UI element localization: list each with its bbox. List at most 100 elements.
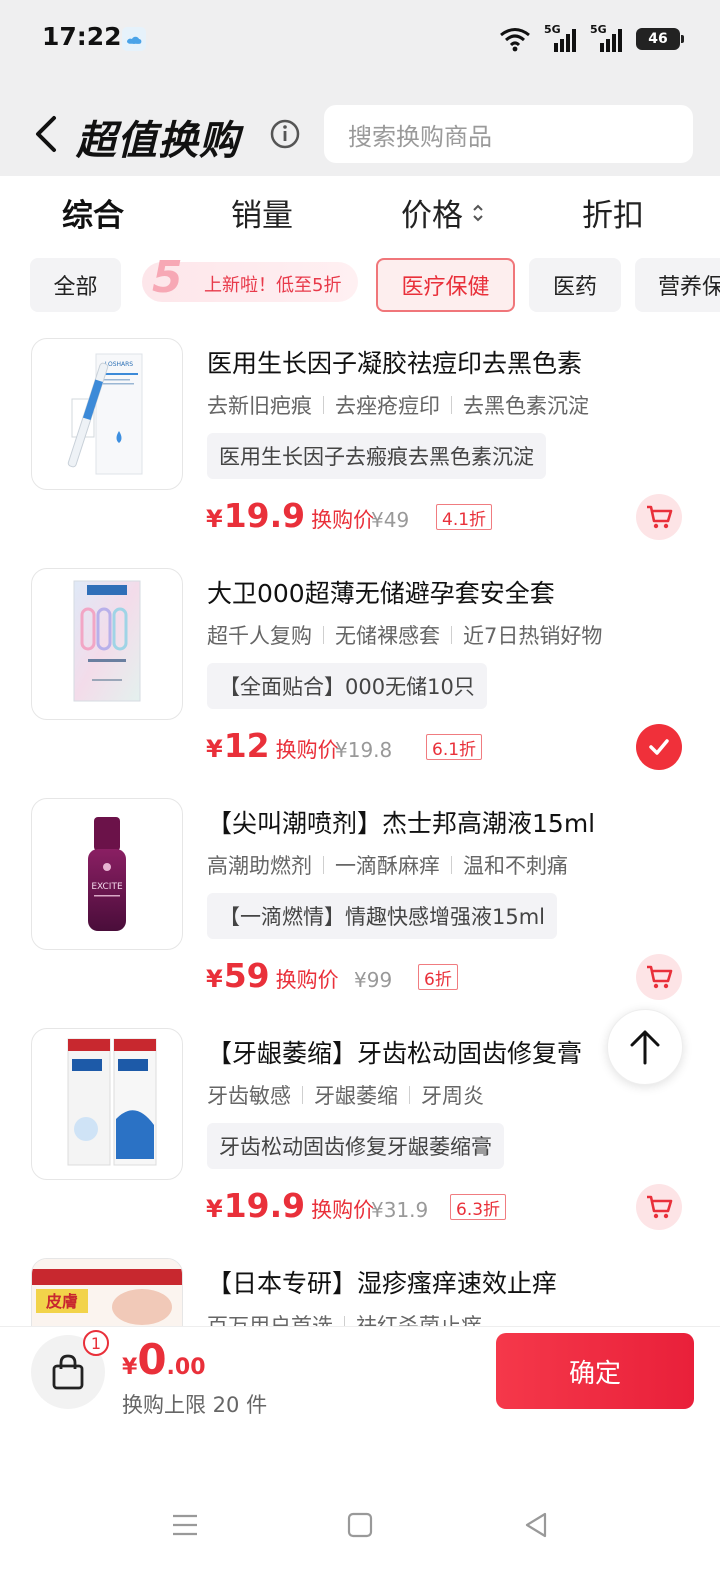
status-icons: 5G 5G 46: [498, 23, 684, 54]
cart-icon: [647, 1195, 673, 1219]
product-tag: 超千人复购: [207, 624, 312, 648]
product-item[interactable]: EXCITE 【尖叫潮喷剂】杰士邦高潮液15ml 高潮助燃剂 一滴酥麻痒 温和不…: [0, 798, 720, 1028]
app-notification-icon: [122, 27, 146, 51]
shopping-bag-icon: [52, 1354, 84, 1390]
product-price: ¥ 12 换购价: [206, 726, 339, 765]
product-3-brand: EXCITE: [91, 882, 123, 892]
signal-icon-2: 5G: [590, 23, 624, 53]
sort-tabs: 综合 销量 价格 折扣: [0, 176, 720, 248]
add-to-cart-button[interactable]: [636, 954, 682, 1000]
tab-price[interactable]: 价格: [401, 190, 485, 235]
product-tag: 去痤疮痘印: [335, 394, 440, 418]
product-tags: 百万用户首选 祛红杀菌止痒: [207, 1310, 482, 1326]
product-image[interactable]: LOSHARS: [31, 338, 183, 490]
product-tag: 去新旧疤痕: [207, 394, 312, 418]
product-title: 【日本专研】湿疹瘙痒速效止痒: [207, 1269, 558, 1298]
product-price: ¥ 59 换购价: [206, 956, 339, 995]
product-item[interactable]: 皮膚 【日本专研】湿疹瘙痒速效止痒 百万用户首选 祛红杀菌止痒: [0, 1258, 720, 1326]
selected-check-button[interactable]: [636, 724, 682, 770]
product-title: 【牙龈萎缩】牙齿松动固齿修复膏: [207, 1039, 583, 1068]
product-tag: 温和不刺痛: [463, 854, 568, 878]
product-image[interactable]: 皮膚: [31, 1258, 183, 1326]
network-type-2: 5G: [590, 23, 607, 36]
price-label: 换购价: [275, 738, 339, 762]
chevron-left-icon: [36, 116, 56, 152]
product-price: ¥ 19.9 换购价: [206, 1186, 374, 1225]
exchange-limit: 换购上限 20 件: [122, 1393, 268, 1417]
scroll-to-top-button[interactable]: [607, 1009, 683, 1085]
product-tag: 百万用户首选: [207, 1314, 333, 1326]
product-tag: 去黑色素沉淀: [463, 394, 589, 418]
discount-badge: 4.1折: [436, 504, 493, 530]
original-price: ¥31.9: [371, 1198, 429, 1222]
home-icon[interactable]: [345, 1510, 375, 1540]
product-highlight: 牙齿松动固齿修复牙龈萎缩膏: [207, 1123, 504, 1169]
category-nutrition[interactable]: 营养保: [635, 258, 720, 312]
discount-badge: 6.1折: [426, 734, 483, 760]
product-tag: 高潮助燃剂: [207, 854, 312, 878]
menu-icon[interactable]: [170, 1510, 200, 1540]
system-nav-bar: [0, 1430, 720, 1584]
signal-icon-1: 5G: [544, 23, 578, 53]
tab-sales[interactable]: 销量: [231, 190, 293, 235]
product-tag: 牙龈萎缩: [314, 1084, 398, 1108]
cart-count-badge: 1: [83, 1330, 109, 1356]
product-image[interactable]: [31, 568, 183, 720]
promo-banner[interactable]: 5 上新啦！低至5折: [142, 252, 358, 303]
currency-symbol: ¥: [206, 1195, 223, 1223]
product-tag: 无储裸感套: [335, 624, 440, 648]
product-highlight: 【全面贴合】000无储10只: [207, 663, 487, 709]
wifi-icon: [500, 28, 530, 52]
product-item[interactable]: 大卫000超薄无储避孕套安全套 超千人复购 无储裸感套 近7日热销好物 【全面贴…: [0, 568, 720, 798]
original-price: ¥19.8: [335, 738, 393, 762]
category-medicine[interactable]: 医药: [529, 258, 621, 312]
product-title: 医用生长因子凝胶祛痘印去黑色素: [207, 349, 583, 378]
product-tag: 牙周炎: [421, 1084, 484, 1108]
back-button[interactable]: [30, 112, 62, 156]
product-tag: 牙齿敏感: [207, 1084, 291, 1108]
cart-icon: [647, 965, 673, 989]
promo-badge: 5: [152, 252, 183, 303]
price-label: 换购价: [275, 968, 339, 992]
confirm-button[interactable]: 确定: [496, 1333, 694, 1409]
add-to-cart-button[interactable]: [636, 494, 682, 540]
info-icon[interactable]: [269, 118, 301, 150]
product-1-brand: LOSHARS: [105, 361, 133, 368]
product-tags: 高潮助燃剂 一滴酥麻痒 温和不刺痛: [207, 850, 568, 880]
price-value: 59: [223, 956, 270, 995]
total-price: ¥ 0 .00: [122, 1335, 206, 1384]
price-value: 19.9: [223, 1186, 306, 1225]
tab-comprehensive[interactable]: 综合: [62, 190, 124, 235]
promo-text: 上新啦！低至5折: [204, 275, 342, 296]
total-decimal: .00: [166, 1355, 206, 1380]
product-item[interactable]: LOSHARS 医用生长因子凝胶祛痘印去黑色素 去新旧疤痕 去痤疮痘印 去黑色素…: [0, 338, 720, 568]
sort-arrows-icon: [473, 204, 483, 221]
battery-level: 46: [648, 31, 668, 47]
check-icon: [649, 739, 669, 755]
back-nav-icon[interactable]: [521, 1510, 551, 1540]
tab-price-label: 价格: [401, 198, 463, 234]
product-highlight: 【一滴燃情】情趣快感增强液15ml: [207, 893, 558, 939]
price-label: 换购价: [311, 1198, 375, 1222]
currency-symbol: ¥: [206, 965, 223, 993]
add-to-cart-button[interactable]: [636, 1184, 682, 1230]
original-price: ¥49: [371, 508, 410, 532]
search-input[interactable]: 搜索换购商品: [324, 105, 693, 163]
battery-icon: 46: [636, 28, 684, 50]
total-integer: 0: [137, 1335, 167, 1384]
price-label: 换购价: [311, 508, 375, 532]
product-tag: 一滴酥麻痒: [335, 854, 440, 878]
product-image[interactable]: EXCITE: [31, 798, 183, 950]
status-bar: 17:22 5G 5G 46: [0, 0, 720, 80]
product-tags: 去新旧疤痕 去痤疮痘印 去黑色素沉淀: [207, 390, 589, 420]
page-title: 超值换购: [76, 118, 240, 164]
category-chips: 全部 医疗保健 医药 营养保: [0, 258, 720, 312]
cart-icon: [647, 505, 673, 529]
product-title: 大卫000超薄无储避孕套安全套: [207, 579, 555, 608]
arrow-up-icon: [630, 1030, 660, 1065]
status-time: 17:22: [42, 22, 122, 51]
tab-discount[interactable]: 折扣: [582, 190, 644, 235]
category-all[interactable]: 全部: [30, 258, 121, 312]
category-medical-care[interactable]: 医疗保健: [376, 258, 515, 312]
product-image[interactable]: [31, 1028, 183, 1180]
